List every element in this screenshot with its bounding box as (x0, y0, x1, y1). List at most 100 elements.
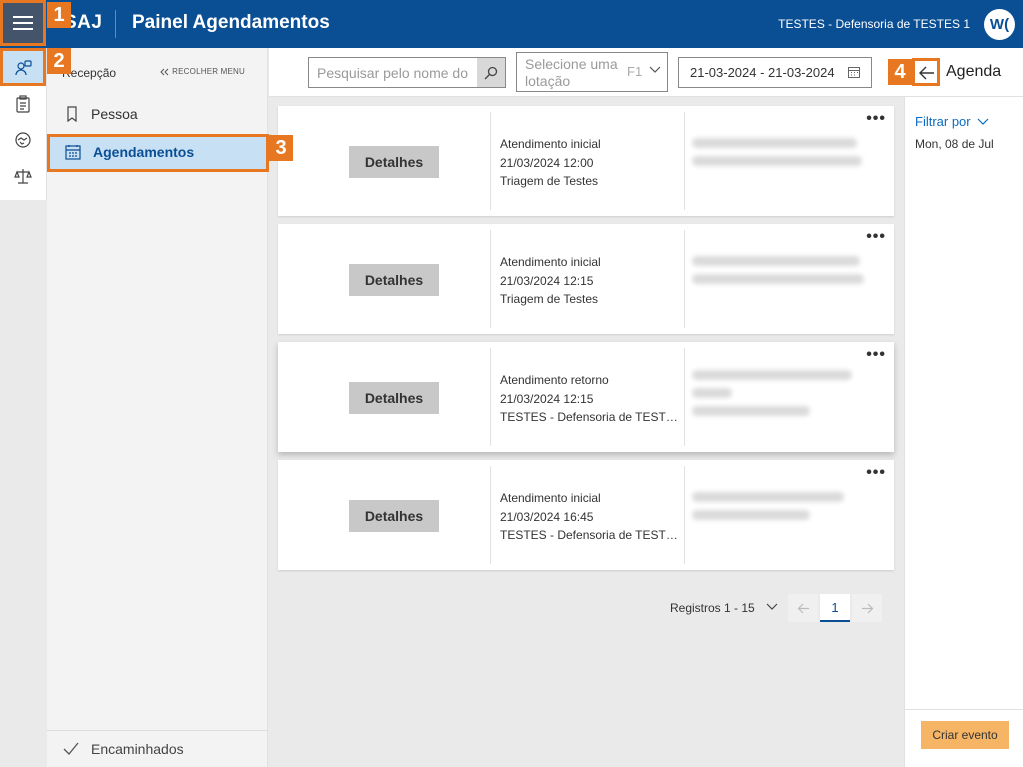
hamburger-menu-button[interactable] (0, 0, 46, 46)
calendar-icon (65, 145, 81, 160)
appointment-info: Atendimento inicial 21/03/2024 16:45 TES… (500, 489, 678, 545)
date-range-value: 21-03-2024 - 21-03-2024 (690, 65, 835, 80)
redacted-info (692, 370, 868, 424)
more-options-button[interactable]: ••• (866, 465, 886, 481)
appointment-datetime: 21/03/2024 12:15 (500, 391, 594, 406)
search-box (308, 57, 506, 88)
next-page-button[interactable] (852, 594, 882, 622)
user-unit-label[interactable]: TESTES - Defensoria de TESTES 1 (778, 17, 970, 31)
records-count: Registros 1 - 15 (670, 601, 755, 615)
calendar-icon (848, 67, 860, 78)
details-button[interactable]: Detalhes (349, 264, 439, 296)
menu-item-pessoa[interactable]: Pessoa (47, 96, 268, 132)
handshake-icon (15, 132, 31, 148)
more-options-button[interactable]: ••• (866, 111, 886, 127)
page-size-chevron-icon[interactable] (766, 603, 778, 611)
filter-by-dropdown[interactable]: Filtrar por (915, 114, 989, 129)
card-divider (490, 230, 491, 328)
agenda-date: Mon, 08 de Jul (915, 137, 994, 151)
appointment-info: Atendimento retorno 21/03/2024 12:15 TES… (500, 371, 678, 427)
location-badge: F1 (627, 64, 643, 79)
brand-divider (115, 10, 116, 38)
redacted-line (692, 388, 732, 398)
scales-icon (14, 169, 32, 184)
rail-item-tasks[interactable] (0, 86, 46, 122)
arrow-left-icon (797, 603, 809, 613)
redacted-line (692, 370, 852, 380)
menu-item-label: Pessoa (91, 106, 138, 122)
back-button[interactable] (914, 60, 940, 86)
search-input[interactable] (309, 58, 477, 87)
menu-item-agendamentos[interactable]: Agendamentos (47, 134, 268, 170)
filter-by-label: Filtrar por (915, 114, 971, 129)
rail-item-reception[interactable] (0, 50, 46, 86)
appointment-datetime: 21/03/2024 12:00 (500, 155, 594, 170)
appointment-info: Atendimento inicial 21/03/2024 12:00 Tri… (500, 135, 678, 191)
appointment-place: TESTES - Defensoria de TESTES 1 (500, 410, 678, 424)
card-divider (490, 466, 491, 564)
clipboard-icon (16, 95, 30, 113)
appointment-place: Triagem de Testes (500, 174, 599, 188)
more-options-button[interactable]: ••• (866, 229, 886, 245)
hamburger-line (13, 22, 33, 24)
redacted-line (692, 274, 864, 284)
previous-page-button[interactable] (788, 594, 818, 622)
appointment-type: Atendimento inicial (500, 137, 601, 151)
appointment-card: Detalhes Atendimento inicial 21/03/2024 … (278, 460, 894, 570)
more-options-button[interactable]: ••• (866, 347, 886, 363)
redacted-line (692, 156, 862, 166)
details-button[interactable]: Detalhes (349, 146, 439, 178)
appointment-datetime: 21/03/2024 16:45 (500, 509, 594, 524)
collapse-menu-button[interactable]: RECOLHER MENU (160, 67, 245, 76)
rail-item-agreements[interactable] (0, 122, 46, 158)
appointment-card: Detalhes Atendimento inicial 21/03/2024 … (278, 224, 894, 334)
date-range-input[interactable]: 21-03-2024 - 21-03-2024 (678, 57, 872, 88)
redacted-line (692, 510, 810, 520)
side-menu: Recepção RECOLHER MENU Pessoa Agendament… (47, 48, 268, 767)
details-button[interactable]: Detalhes (349, 500, 439, 532)
chevron-down-icon (649, 66, 661, 73)
top-bar: SAJ Painel Agendamentos TESTES - Defenso… (0, 0, 1023, 48)
arrow-right-icon (861, 603, 873, 613)
menu-item-label: Agendamentos (93, 144, 195, 160)
appointment-card: Detalhes Atendimento retorno 21/03/2024 … (278, 342, 894, 452)
appointment-info: Atendimento inicial 21/03/2024 12:15 Tri… (500, 253, 678, 309)
redacted-info (692, 492, 868, 528)
card-divider (684, 230, 685, 328)
callout-badge-2: 2 (47, 48, 71, 74)
redacted-info (692, 138, 868, 174)
agenda-panel-title: Agenda (946, 63, 1002, 80)
redacted-line (692, 406, 810, 416)
search-icon (484, 66, 498, 79)
appointment-type: Atendimento inicial (500, 255, 601, 269)
redacted-line (692, 256, 860, 266)
rail-item-legal[interactable] (0, 158, 46, 194)
appointment-type: Atendimento retorno (500, 373, 609, 387)
card-divider (490, 112, 491, 210)
person-chat-icon (15, 60, 32, 76)
check-icon (63, 742, 79, 755)
appointment-place: TESTES - Defensoria de TESTES 1 (500, 528, 678, 542)
avatar[interactable]: W( (984, 9, 1015, 40)
card-divider (684, 466, 685, 564)
details-button[interactable]: Detalhes (349, 382, 439, 414)
search-button[interactable] (477, 58, 505, 87)
redacted-line (692, 138, 857, 148)
icon-rail (0, 48, 47, 200)
bookmark-icon (67, 106, 77, 122)
callout-badge-1: 1 (47, 2, 71, 28)
appointment-type: Atendimento inicial (500, 491, 601, 505)
agenda-panel: Filtrar por Mon, 08 de Jul Criar evento (904, 97, 1023, 767)
page-number-button[interactable]: 1 (820, 594, 850, 622)
page-title: Painel Agendamentos (132, 12, 330, 33)
appointment-datetime: 21/03/2024 12:15 (500, 273, 594, 288)
agenda-footer: Criar evento (905, 709, 1023, 767)
location-select-value: Selecione uma lotação (525, 56, 618, 89)
card-divider (490, 348, 491, 446)
hamburger-line (13, 28, 33, 30)
redacted-line (692, 492, 844, 502)
menu-item-encaminhados[interactable]: Encaminhados (47, 730, 268, 767)
create-event-button[interactable]: Criar evento (921, 721, 1009, 749)
location-select[interactable]: Selecione uma lotação F1 (516, 52, 668, 92)
appointment-place: Triagem de Testes (500, 292, 599, 306)
